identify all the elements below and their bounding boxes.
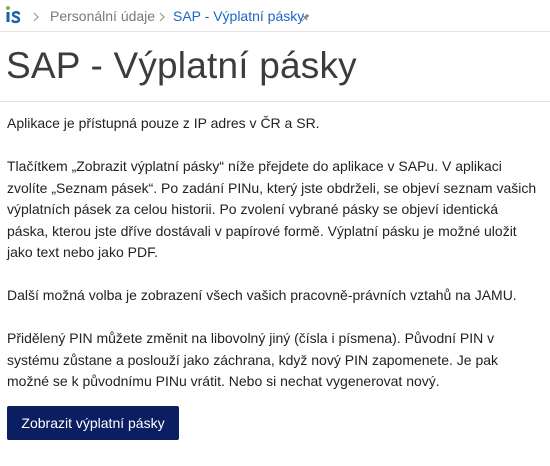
breadcrumb-divider bbox=[0, 31, 550, 32]
pin-icon[interactable] bbox=[300, 10, 310, 22]
info-paragraph-instructions: Tlačítkem „Zobrazit výplatní pásky“ níže… bbox=[7, 158, 537, 260]
chevron-right-icon bbox=[33, 9, 39, 22]
is-logo-icon[interactable] bbox=[5, 5, 21, 25]
chevron-right-icon bbox=[159, 9, 165, 22]
title-divider bbox=[0, 101, 550, 102]
info-paragraph-relations: Další možná volba je zobrazení všech vaš… bbox=[7, 287, 517, 303]
breadcrumb: Personální údaje SAP - Výplatní pásky bbox=[0, 0, 550, 32]
content: Aplikace je přístupná pouze z IP adres v… bbox=[7, 113, 543, 414]
page-title: SAP - Výplatní pásky bbox=[6, 45, 357, 86]
info-paragraph-pin: Přidělený PIN můžete změnit na libovolný… bbox=[7, 330, 499, 389]
show-payslips-button[interactable]: Zobrazit výplatní pásky bbox=[7, 406, 179, 440]
breadcrumb-item-current[interactable]: SAP - Výplatní pásky bbox=[173, 7, 304, 25]
breadcrumb-item-personal[interactable]: Personální údaje bbox=[50, 7, 155, 25]
info-paragraph-ip: Aplikace je přístupná pouze z IP adres v… bbox=[7, 115, 320, 131]
